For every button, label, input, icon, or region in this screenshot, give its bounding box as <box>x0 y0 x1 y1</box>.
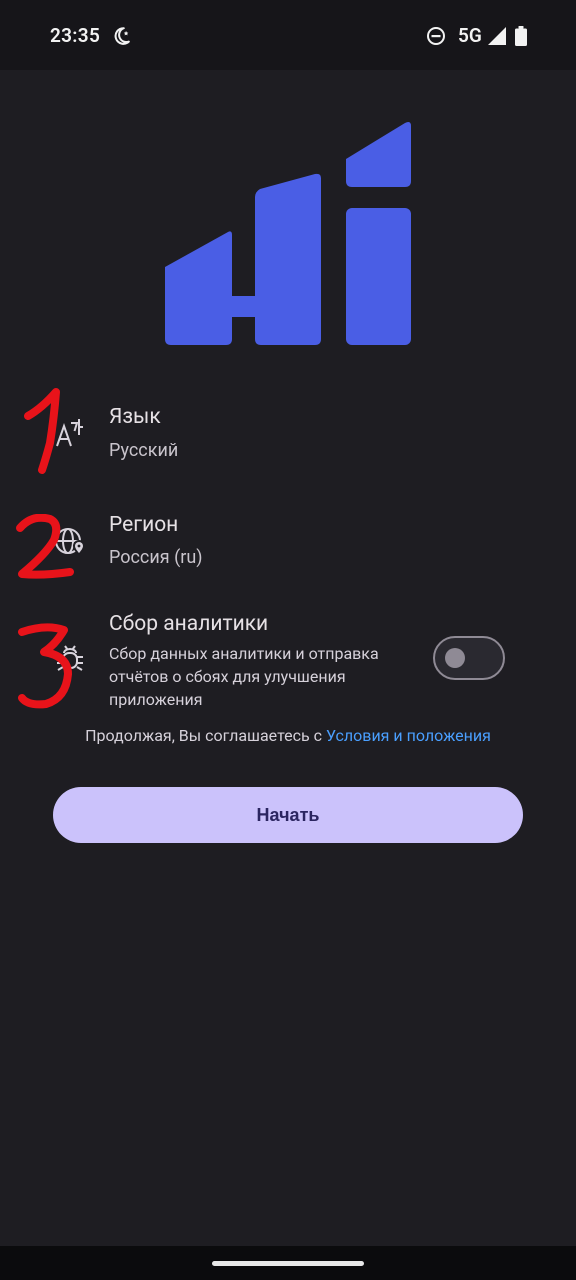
language-setting[interactable]: Язык Русский <box>0 396 576 476</box>
region-title: Регион <box>109 513 179 537</box>
start-button[interactable]: Начать <box>53 787 523 843</box>
language-title: Язык <box>109 405 161 429</box>
home-handle[interactable] <box>212 1261 364 1266</box>
analytics-description: Сбор данных аналитики и отправка отчётов… <box>109 644 379 709</box>
do-not-disturb-icon <box>427 27 445 45</box>
terms-link[interactable]: Условия и положения <box>326 726 491 745</box>
region-setting[interactable]: Регион Россия (ru) <box>0 505 576 585</box>
annotation-2 <box>16 514 74 579</box>
moon-icon <box>114 27 130 45</box>
hi-logo <box>165 122 411 345</box>
analytics-title: Сбор аналитики <box>109 612 269 636</box>
network-type: 5G <box>458 24 482 47</box>
toggle-thumb <box>445 648 465 668</box>
navigation-bar <box>0 1246 576 1280</box>
signal-icon <box>488 27 506 45</box>
region-value: Россия (ru) <box>109 547 203 568</box>
terms-prefix: Продолжая, Вы соглашаетесь с <box>85 726 326 745</box>
status-time: 23:35 <box>50 24 101 47</box>
battery-icon <box>515 26 527 46</box>
language-value: Русский <box>109 440 179 461</box>
annotation-1 <box>24 388 60 474</box>
terms-text: Продолжая, Вы соглашаетесь с Условия и п… <box>0 726 576 745</box>
analytics-toggle[interactable] <box>433 636 505 680</box>
status-bar: 23:35 5G <box>0 0 576 70</box>
annotation-3 <box>18 623 72 709</box>
